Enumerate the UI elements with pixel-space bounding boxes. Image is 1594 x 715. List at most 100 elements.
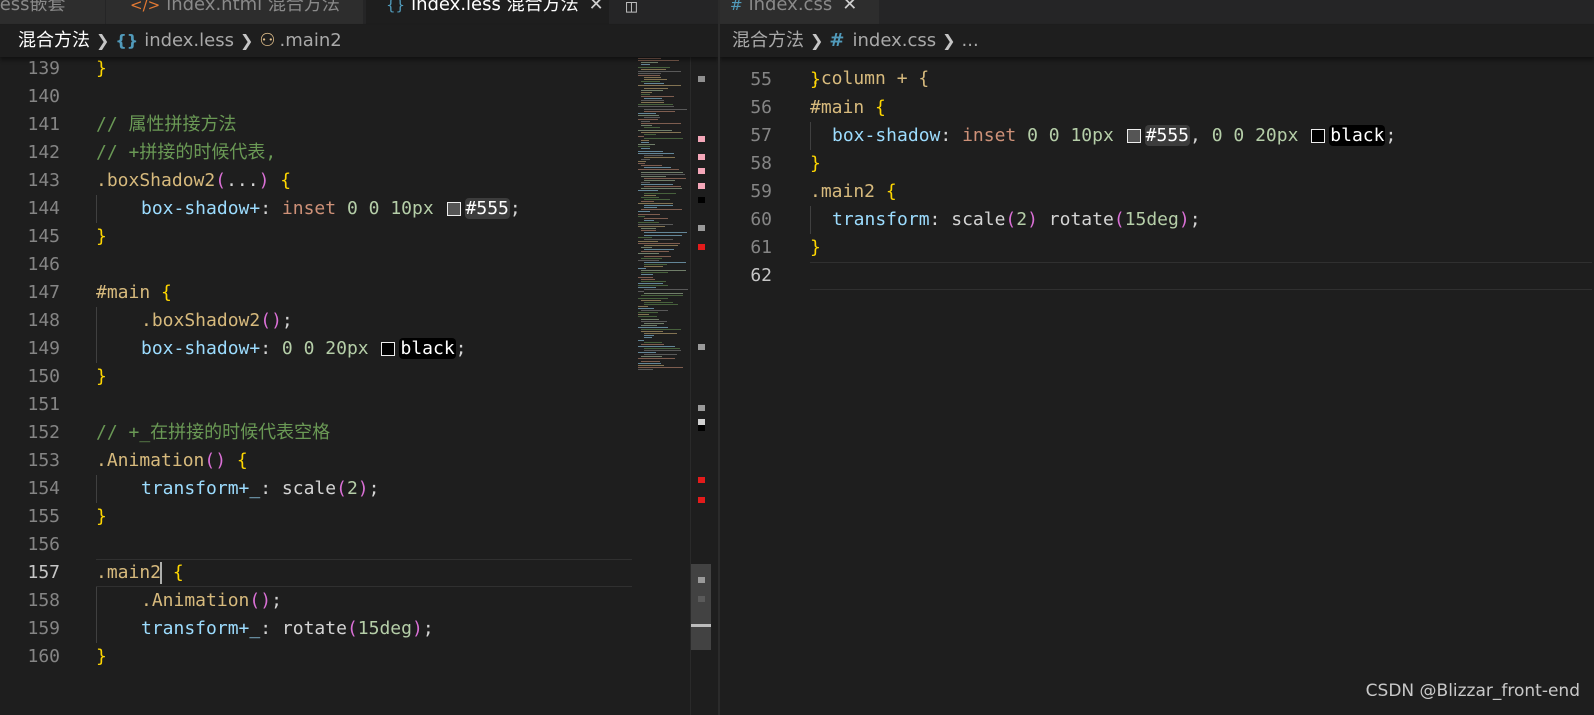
minimap-line [641,356,662,358]
chevron-right-icon: ❯ [810,31,824,50]
line-number: 146 [27,254,60,275]
code-line[interactable]: 146 [0,251,632,279]
code-line[interactable]: 149 box-shadow+: 0 0 20px black; [0,335,632,363]
tab-label: index.css [748,0,833,15]
line-number: 153 [27,450,60,471]
minimap-line [638,221,659,223]
minimap-line [641,228,656,230]
minimap-line [638,236,652,238]
tab-index-html[interactable]: </> index.html 混合方法 [106,0,364,24]
code-editor[interactable]: 139} 140 141 // 属性拼接方法 142 // +拼接的时候代表, 143 .bo… [0,56,718,715]
minimap-line [644,83,664,85]
minimap-line [641,121,650,123]
minimap-line [638,287,656,288]
overview-ruler-marker [698,76,705,82]
code-line[interactable]: 62 [720,262,1592,290]
close-icon[interactable]: ✕ [589,0,604,15]
minimap-line [644,263,667,265]
code-line[interactable]: 55} [720,66,1592,94]
minimap-line [641,175,666,177]
minimap-line [641,125,652,127]
code-line[interactable]: 139} [0,55,632,83]
code-line[interactable]: 140 [0,83,632,111]
css-file-icon: # [730,0,743,14]
code-line[interactable]: 160} [0,643,632,671]
code-line[interactable]: 145} [0,223,632,251]
breadcrumb-file[interactable]: index.css [853,30,937,51]
code-editor[interactable]: .column + { 55} 56 #main {57 box-shadow: in… [720,56,1594,715]
minimap-line [638,66,670,68]
code-token: ; [455,338,467,359]
code-line[interactable]: 60 transform: scale(2) rotate(15deg); [720,206,1592,234]
breadcrumb-symbol[interactable]: .main2 [280,30,342,51]
code-line[interactable]: 157 .main2 { [0,559,632,587]
code-token: rotate [1037,209,1114,230]
minimap-line [641,247,652,249]
code-token: 0 [368,198,380,219]
minimap-line [644,335,654,337]
code-line[interactable]: 144 box-shadow+: inset 0 0 10px #555; [0,195,632,223]
code-token: 0 [1211,125,1223,146]
minimap-line [638,213,660,215]
minimap-line [641,251,669,253]
split-editor-icon[interactable]: ◫ [626,0,637,17]
color-swatch[interactable] [381,342,396,356]
code-line[interactable]: 61} [720,234,1592,262]
minimap-line [644,322,664,324]
line-number: 156 [27,534,60,555]
code-token: ( [260,310,272,331]
minimap-line [641,102,664,104]
minimap-line [644,110,675,112]
code-text: .main2 { [810,178,897,206]
code-line[interactable]: 159 transform+_: rotate(15deg); [0,615,632,643]
minimap-line [638,282,663,284]
code-line[interactable]: 142 // +拼接的时候代表, [0,139,632,167]
code-token: .boxShadow2 [141,310,261,331]
code-line[interactable]: 57 box-shadow: inset 0 0 10px #555, 0 0 2… [720,122,1592,150]
code-line[interactable]: 59 .main2 { [720,178,1592,206]
tab-index-css[interactable]: # index.css ✕ [720,0,880,24]
code-line[interactable]: 148 .boxShadow2(); [0,307,632,335]
code-line[interactable]: 156 [0,531,632,559]
line-number: 155 [27,506,60,527]
breadcrumb-file[interactable]: index.less [144,30,234,51]
minimap-line [638,242,680,244]
right-tab-bar: # index.css ✕ [720,0,1594,24]
current-line-highlight [810,262,1592,290]
code-line[interactable]: 150} [0,363,632,391]
tab-less-nesting[interactable]: Less嵌套 [0,0,106,24]
minimap[interactable] [636,56,688,376]
code-line[interactable]: 56 #main { [720,94,1592,122]
breadcrumb-folder[interactable]: 混合方法 [18,30,90,51]
code-line[interactable]: 153 .Animation() { [0,447,632,475]
code-token: 10px [390,198,434,219]
code-token: { [280,170,292,191]
breadcrumb-more[interactable]: ... [962,30,979,51]
code-token: 0 [1027,125,1038,146]
code-line[interactable]: 147 #main { [0,279,632,307]
code-token: #main [810,97,865,118]
code-line[interactable]: 158 .Animation(); [0,587,632,615]
code-line[interactable]: 152 // +_在拼接的时候代表空格 [0,419,632,447]
tab-index-less[interactable]: {} index.less 混合方法 ✕ [366,0,610,24]
close-icon[interactable]: ✕ [842,0,857,15]
minimap-line [644,238,673,240]
code-line[interactable]: 143 .boxShadow2(...) { [0,167,632,195]
overview-ruler-marker [698,244,705,250]
code-line[interactable]: 141 // 属性拼接方法 [0,111,632,139]
code-token: .Animation [96,450,205,471]
breadcrumb-folder[interactable]: 混合方法 [732,30,804,51]
code-line[interactable]: 151 [0,391,632,419]
color-swatch[interactable] [1126,129,1141,143]
color-swatch[interactable] [1311,129,1326,143]
minimap-line [644,207,657,209]
code-line[interactable]: 155} [0,503,632,531]
vertical-scrollbar[interactable] [690,56,711,715]
minimap-line [641,131,681,133]
code-text: // +拼接的时候代表, [96,139,276,167]
color-swatch[interactable] [446,202,461,216]
code-line[interactable]: 154 transform+_: scale(2); [0,475,632,503]
code-line[interactable]: 58} [720,150,1592,178]
minimap-line [638,305,648,307]
